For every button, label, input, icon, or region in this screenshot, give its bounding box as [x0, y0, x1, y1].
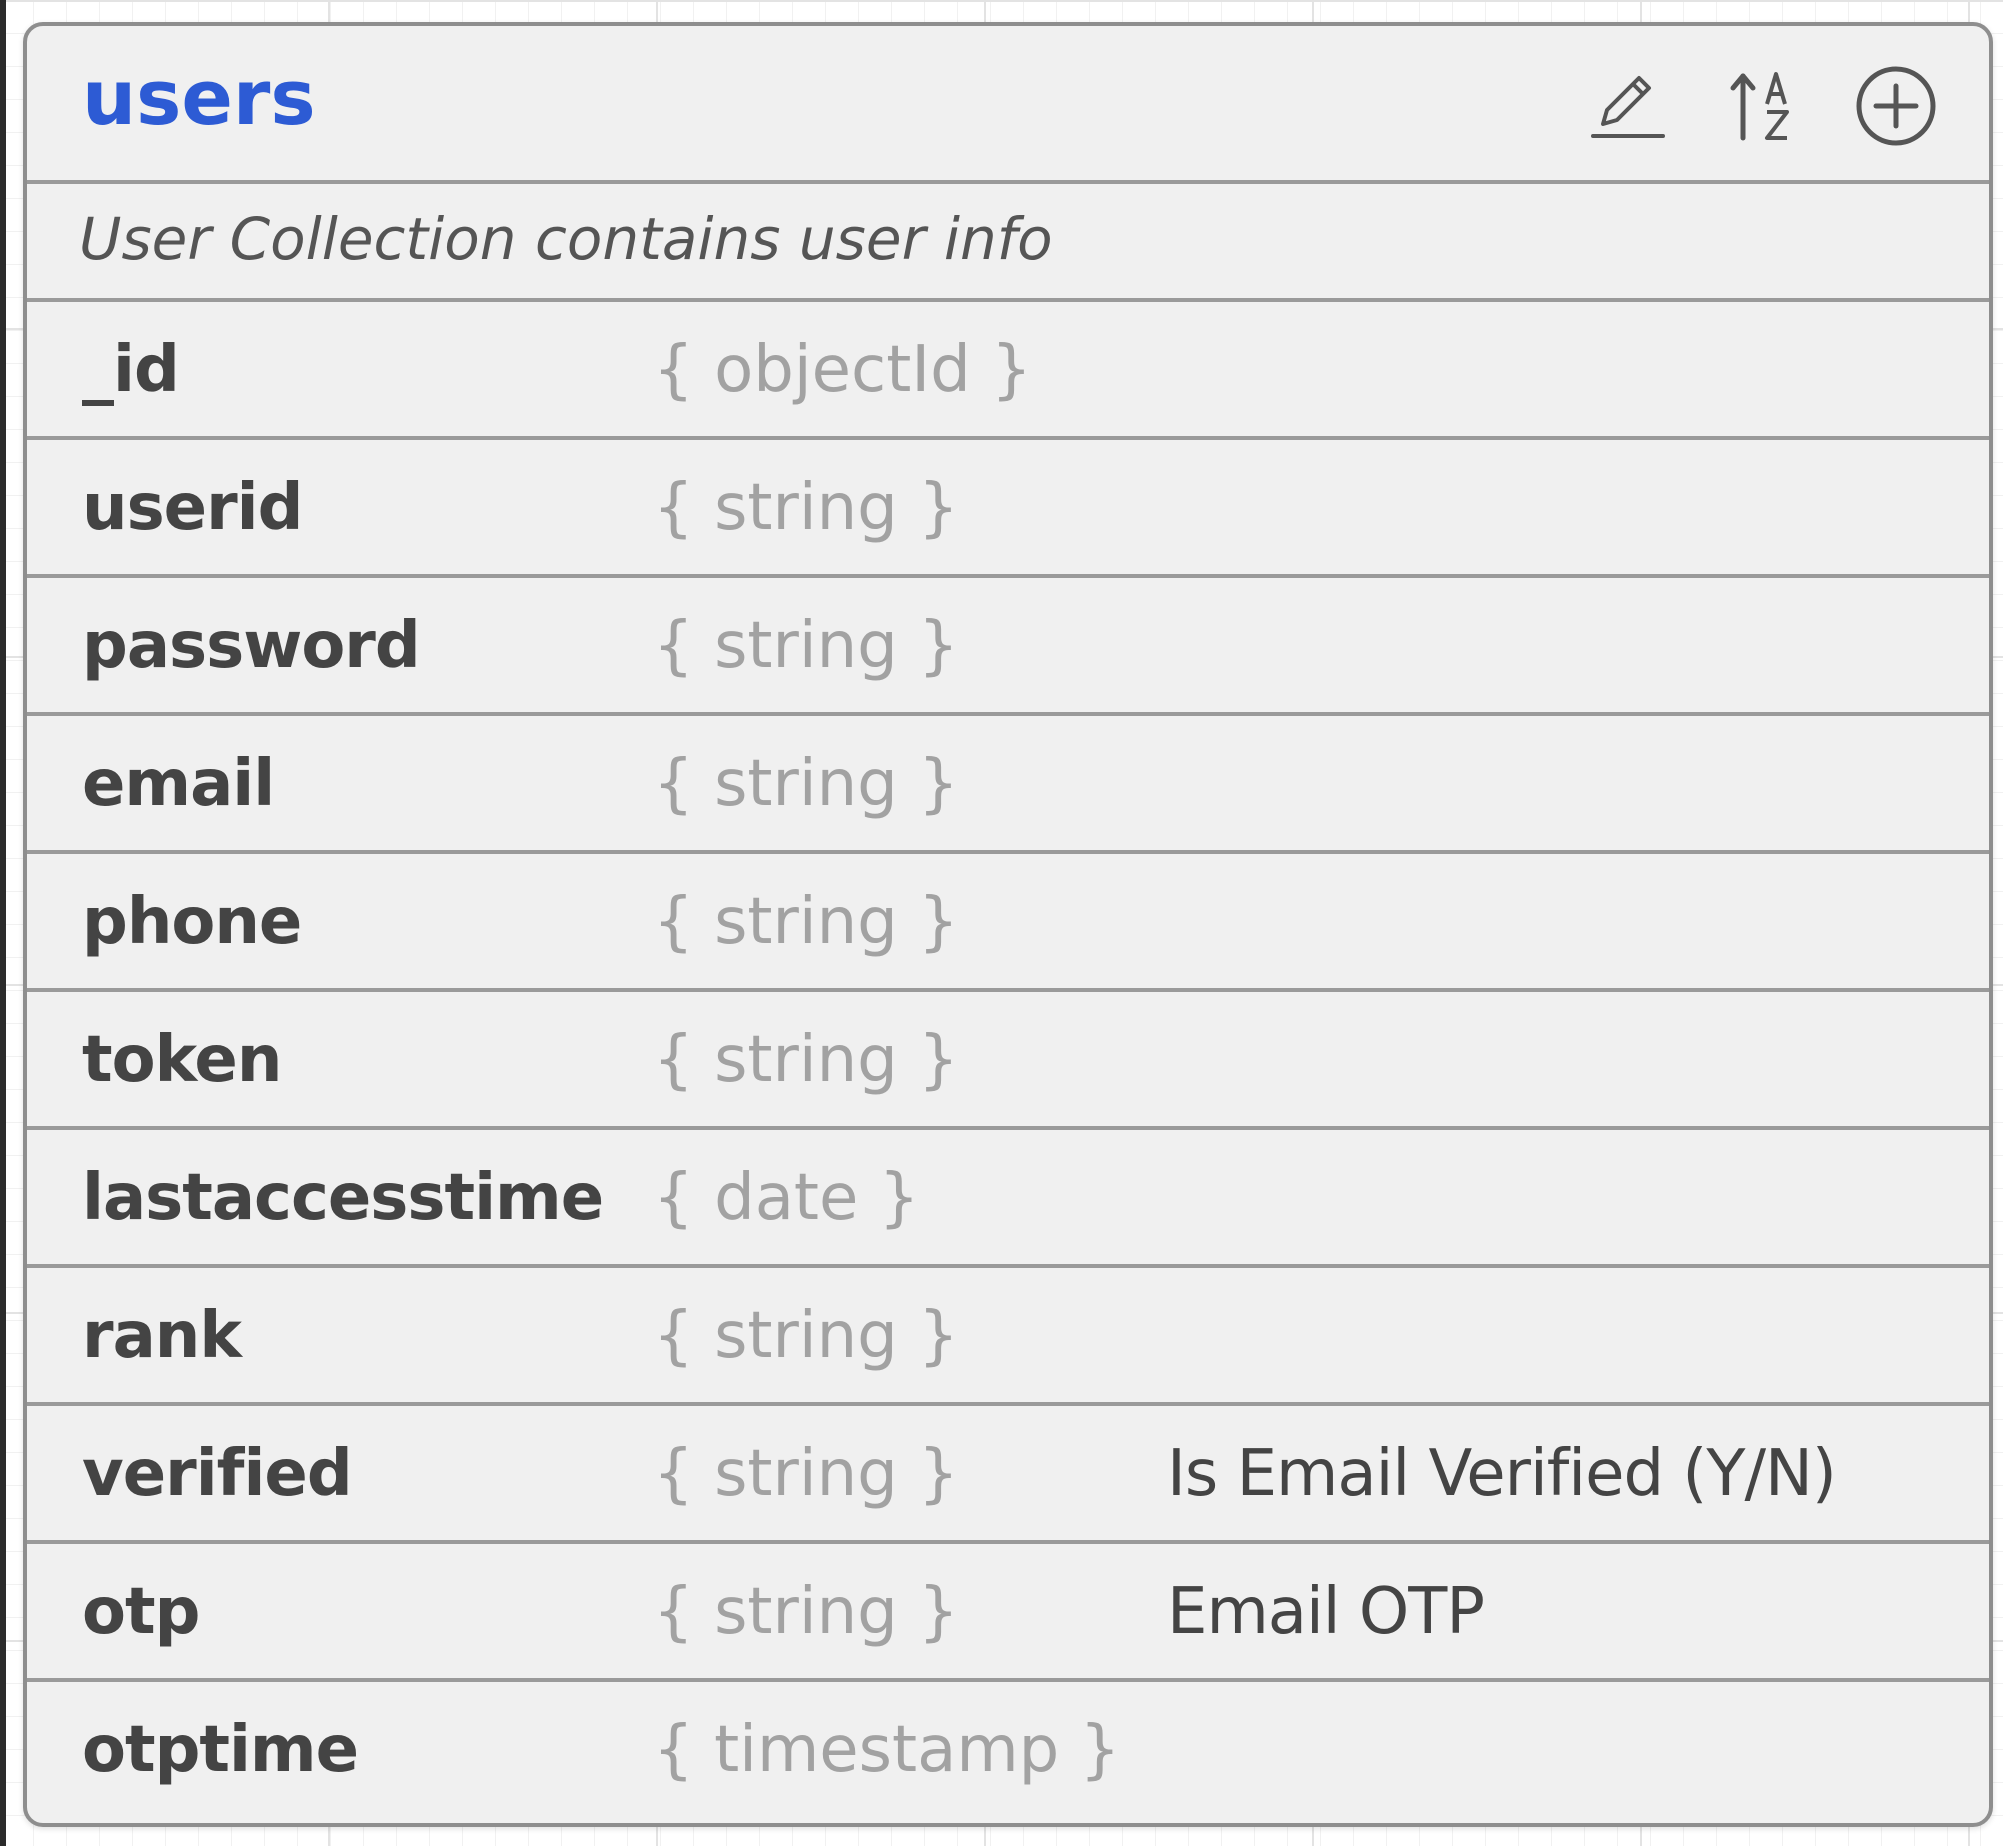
field-type: { string }	[653, 1575, 959, 1649]
plus-circle-icon[interactable]	[1841, 56, 1951, 156]
field-name: rank	[82, 1299, 242, 1373]
field-name: userid	[82, 471, 303, 545]
field-type: { string }	[653, 609, 959, 683]
field-name: email	[82, 747, 275, 821]
field-type: { string }	[653, 885, 959, 959]
canvas-edge	[0, 0, 6, 1846]
field-row[interactable]: userid { string }	[27, 440, 1989, 578]
field-row[interactable]: email { string }	[27, 716, 1989, 854]
collection-actions	[1549, 56, 1951, 156]
collection-card[interactable]: users User Collection contains user info…	[23, 22, 1993, 1827]
field-row[interactable]: token { string }	[27, 992, 1989, 1130]
field-name: token	[82, 1023, 282, 1097]
field-name: _id	[82, 333, 180, 407]
field-row[interactable]: phone { string }	[27, 854, 1989, 992]
field-row[interactable]: password { string }	[27, 578, 1989, 716]
collection-header: users	[27, 26, 1989, 184]
field-row[interactable]: otp { string } Email OTP	[27, 1544, 1989, 1682]
field-type: { objectId }	[653, 333, 1032, 407]
field-name: verified	[82, 1437, 353, 1511]
field-name: otp	[82, 1575, 200, 1649]
field-row[interactable]: lastaccesstime { date }	[27, 1130, 1989, 1268]
field-name: lastaccesstime	[82, 1161, 604, 1235]
field-type: { string }	[653, 1299, 959, 1373]
field-description: Email OTP	[1167, 1575, 1485, 1649]
field-row[interactable]: verified { string } Is Email Verified (Y…	[27, 1406, 1989, 1544]
field-description: Is Email Verified (Y/N)	[1167, 1437, 1837, 1511]
collection-title[interactable]: users	[82, 60, 316, 136]
sort-alpha-icon[interactable]	[1707, 56, 1817, 156]
field-type: { string }	[653, 1437, 959, 1511]
field-name: phone	[82, 885, 302, 959]
field-row[interactable]: _id { objectId }	[27, 302, 1989, 440]
collection-description-row: User Collection contains user info	[27, 184, 1989, 302]
pencil-icon[interactable]	[1573, 56, 1683, 156]
field-row[interactable]: rank { string }	[27, 1268, 1989, 1406]
field-type: { string }	[653, 1023, 959, 1097]
collection-description[interactable]: User Collection contains user info	[79, 210, 1053, 268]
field-row[interactable]: otptime { timestamp }	[27, 1682, 1989, 1820]
field-name: otptime	[82, 1713, 359, 1787]
field-name: password	[82, 609, 421, 683]
field-type: { timestamp }	[653, 1713, 1121, 1787]
field-type: { string }	[653, 471, 959, 545]
field-type: { date }	[653, 1161, 920, 1235]
field-list: _id { objectId } userid { string } passw…	[27, 302, 1989, 1820]
field-type: { string }	[653, 747, 959, 821]
